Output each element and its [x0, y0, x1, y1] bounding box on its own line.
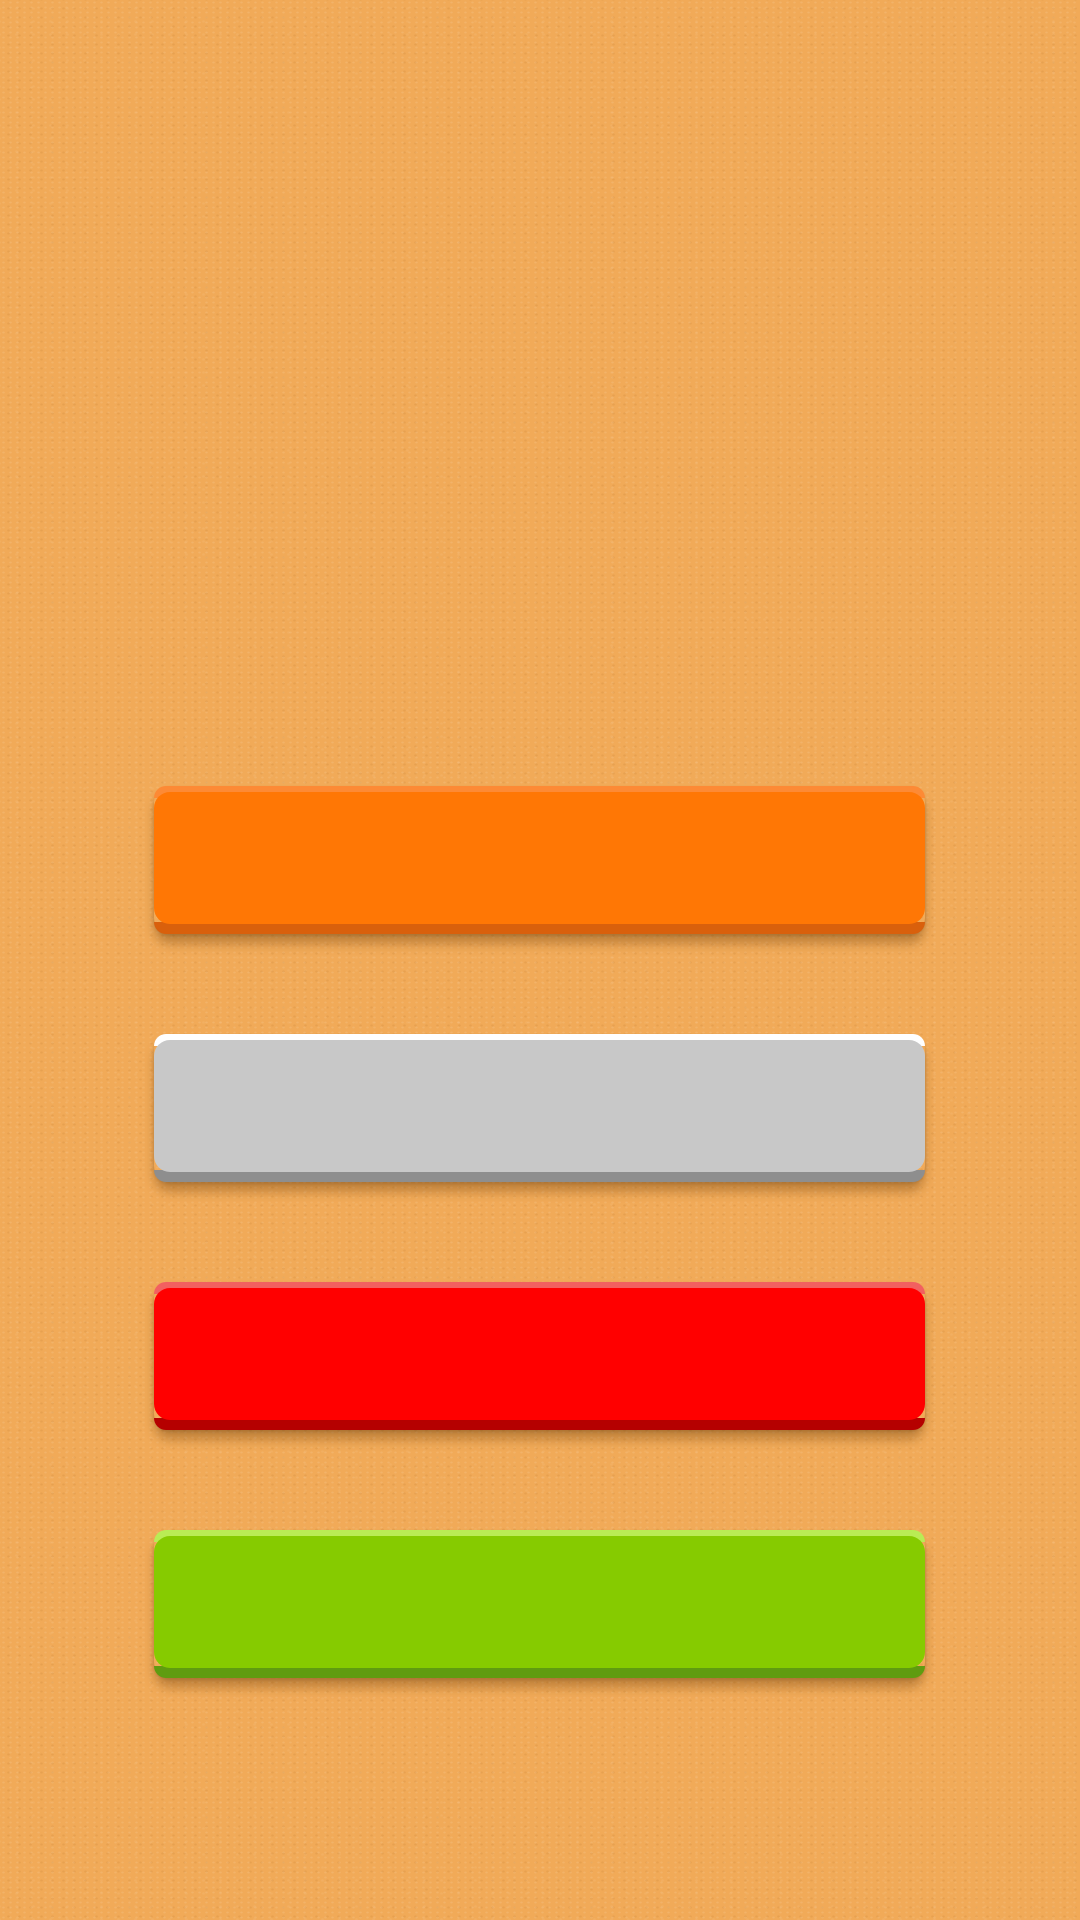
green-button[interactable] [154, 1530, 925, 1678]
red-button[interactable] [154, 1282, 925, 1430]
gray-button-label [154, 1040, 925, 1172]
game-screen [0, 0, 1080, 1920]
green-button-label [154, 1536, 925, 1668]
gray-button[interactable] [154, 1034, 925, 1182]
menu-buttons [154, 786, 925, 1778]
red-button-label [154, 1288, 925, 1420]
orange-button[interactable] [154, 786, 925, 934]
orange-button-label [154, 792, 925, 924]
